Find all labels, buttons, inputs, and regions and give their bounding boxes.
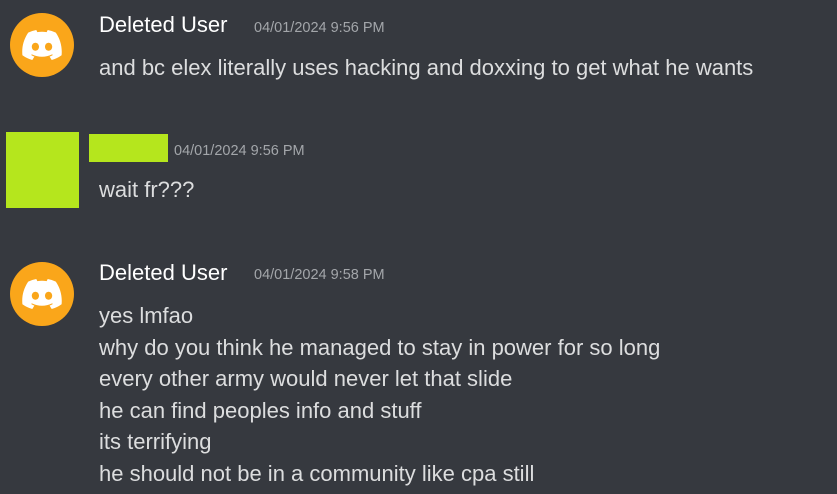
avatar[interactable]: [10, 13, 74, 77]
timestamp: 04/01/2024 9:56 PM: [174, 143, 305, 159]
avatar[interactable]: [6, 132, 79, 208]
username[interactable]: Deleted User: [99, 260, 227, 286]
message-content: yes lmfao why do you think he managed to…: [99, 300, 660, 489]
message-line: he can find peoples info and stuff: [99, 397, 422, 423]
discord-logo-icon: [22, 30, 62, 60]
message-line: wait fr???: [99, 177, 195, 202]
message-line: he should not be in a community like cpa…: [99, 460, 535, 486]
message-line: every other army would never let that sl…: [99, 366, 513, 391]
message-content: wait fr???: [99, 174, 194, 206]
avatar[interactable]: [10, 262, 74, 326]
discord-logo-icon: [22, 279, 62, 309]
message-line: its terrifying: [99, 429, 212, 454]
message-line: and bc elex literally uses hacking and d…: [99, 55, 754, 80]
message-line: yes lmfao: [99, 303, 194, 328]
username[interactable]: [89, 134, 168, 162]
username[interactable]: Deleted User: [99, 12, 227, 38]
message: 04/01/2024 9:56 PM wait fr???: [0, 110, 837, 230]
timestamp: 04/01/2024 9:56 PM: [254, 20, 385, 36]
message: Deleted User 04/01/2024 9:58 PM yes lmfa…: [0, 248, 837, 494]
message-content: and bc elex literally uses hacking and d…: [99, 52, 753, 84]
message-line: why do you think he managed to stay in p…: [99, 334, 661, 360]
timestamp: 04/01/2024 9:58 PM: [254, 267, 385, 283]
message: Deleted User 04/01/2024 9:56 PM and bc e…: [0, 0, 837, 110]
